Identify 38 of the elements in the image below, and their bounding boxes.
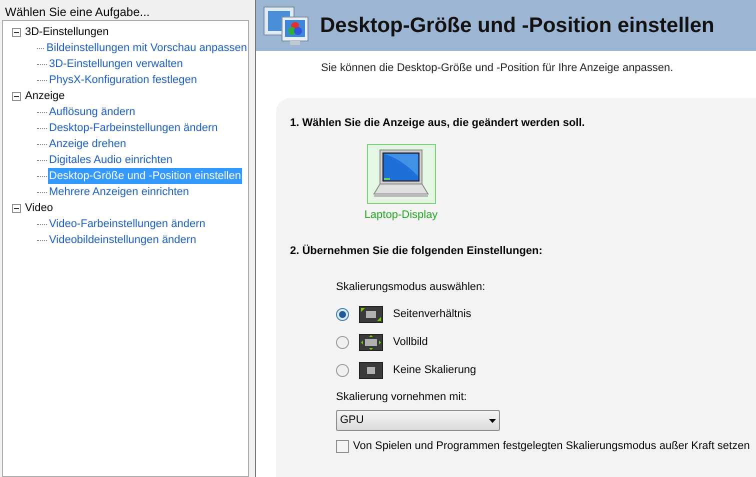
tree-item[interactable]: Anzeige drehen xyxy=(48,136,128,152)
tree-category[interactable]: 3D-Einstellungen xyxy=(25,24,109,40)
step-heading: 1. Wählen Sie die Anzeige aus, die geändert werden soll. xyxy=(290,116,586,131)
radio-label: Seitenverhältnis xyxy=(393,306,472,322)
radio-button[interactable] xyxy=(336,364,349,376)
tree-item[interactable]: Bildeinstellungen mit Vorschau anpassen xyxy=(45,40,248,56)
radio-button[interactable] xyxy=(336,308,349,320)
display-tile[interactable] xyxy=(366,144,436,204)
tree-item[interactable]: Digitales Audio einrichten xyxy=(48,152,174,168)
panel-title: Wählen Sie eine Aufgabe... xyxy=(4,4,151,20)
step-heading: 2. Übernehmen Sie die folgenden Einstellungen: xyxy=(290,244,544,258)
dropdown-arrow-icon xyxy=(489,418,496,422)
tree-category[interactable]: Video xyxy=(25,200,53,216)
radio-label: Keine Skalierung xyxy=(393,362,476,378)
tree-item[interactable]: Video-Farbeinstellungen ändern xyxy=(48,216,206,232)
gpu-dropdown[interactable]: GPU xyxy=(336,410,500,431)
tree-category[interactable]: Anzeige xyxy=(25,88,65,104)
page-title: Desktop-Größe und -Position einstellen xyxy=(320,12,714,39)
field-label: Skalierung vornehmen mit: xyxy=(336,390,468,404)
scaling-mode-icon xyxy=(359,306,383,322)
checkbox[interactable] xyxy=(336,440,349,453)
scaling-mode-icon xyxy=(359,334,383,350)
collapse-toggle[interactable] xyxy=(12,92,21,100)
radio-label: Vollbild xyxy=(393,334,428,350)
checkbox-label: Von Spielen und Programmen festgelegten Skalierungsmodus außer Kraft setzen xyxy=(353,439,750,454)
collapse-toggle[interactable] xyxy=(12,28,21,36)
tree-item[interactable]: Desktop-Farbeinstellungen ändern xyxy=(48,120,219,136)
tree-item[interactable]: Auflösung ändern xyxy=(48,104,136,120)
tree-item[interactable]: 3D-Einstellungen verwalten xyxy=(48,56,184,72)
field-label: Skalierungsmodus auswählen: xyxy=(336,280,486,295)
tree-item[interactable]: Videobildeinstellungen ändern xyxy=(48,232,198,248)
display-label: Laptop-Display xyxy=(364,208,438,222)
tree-item[interactable]: Mehrere Anzeigen einrichten xyxy=(48,184,190,200)
page-description: Sie können die Desktop-Größe und -Position für Ihre Anzeige anpassen. xyxy=(320,61,674,76)
collapse-toggle[interactable] xyxy=(12,204,21,212)
scaling-mode-icon xyxy=(359,362,383,378)
tree-item[interactable]: PhysX-Konfiguration festlegen xyxy=(48,72,198,88)
radio-button[interactable] xyxy=(336,336,349,348)
